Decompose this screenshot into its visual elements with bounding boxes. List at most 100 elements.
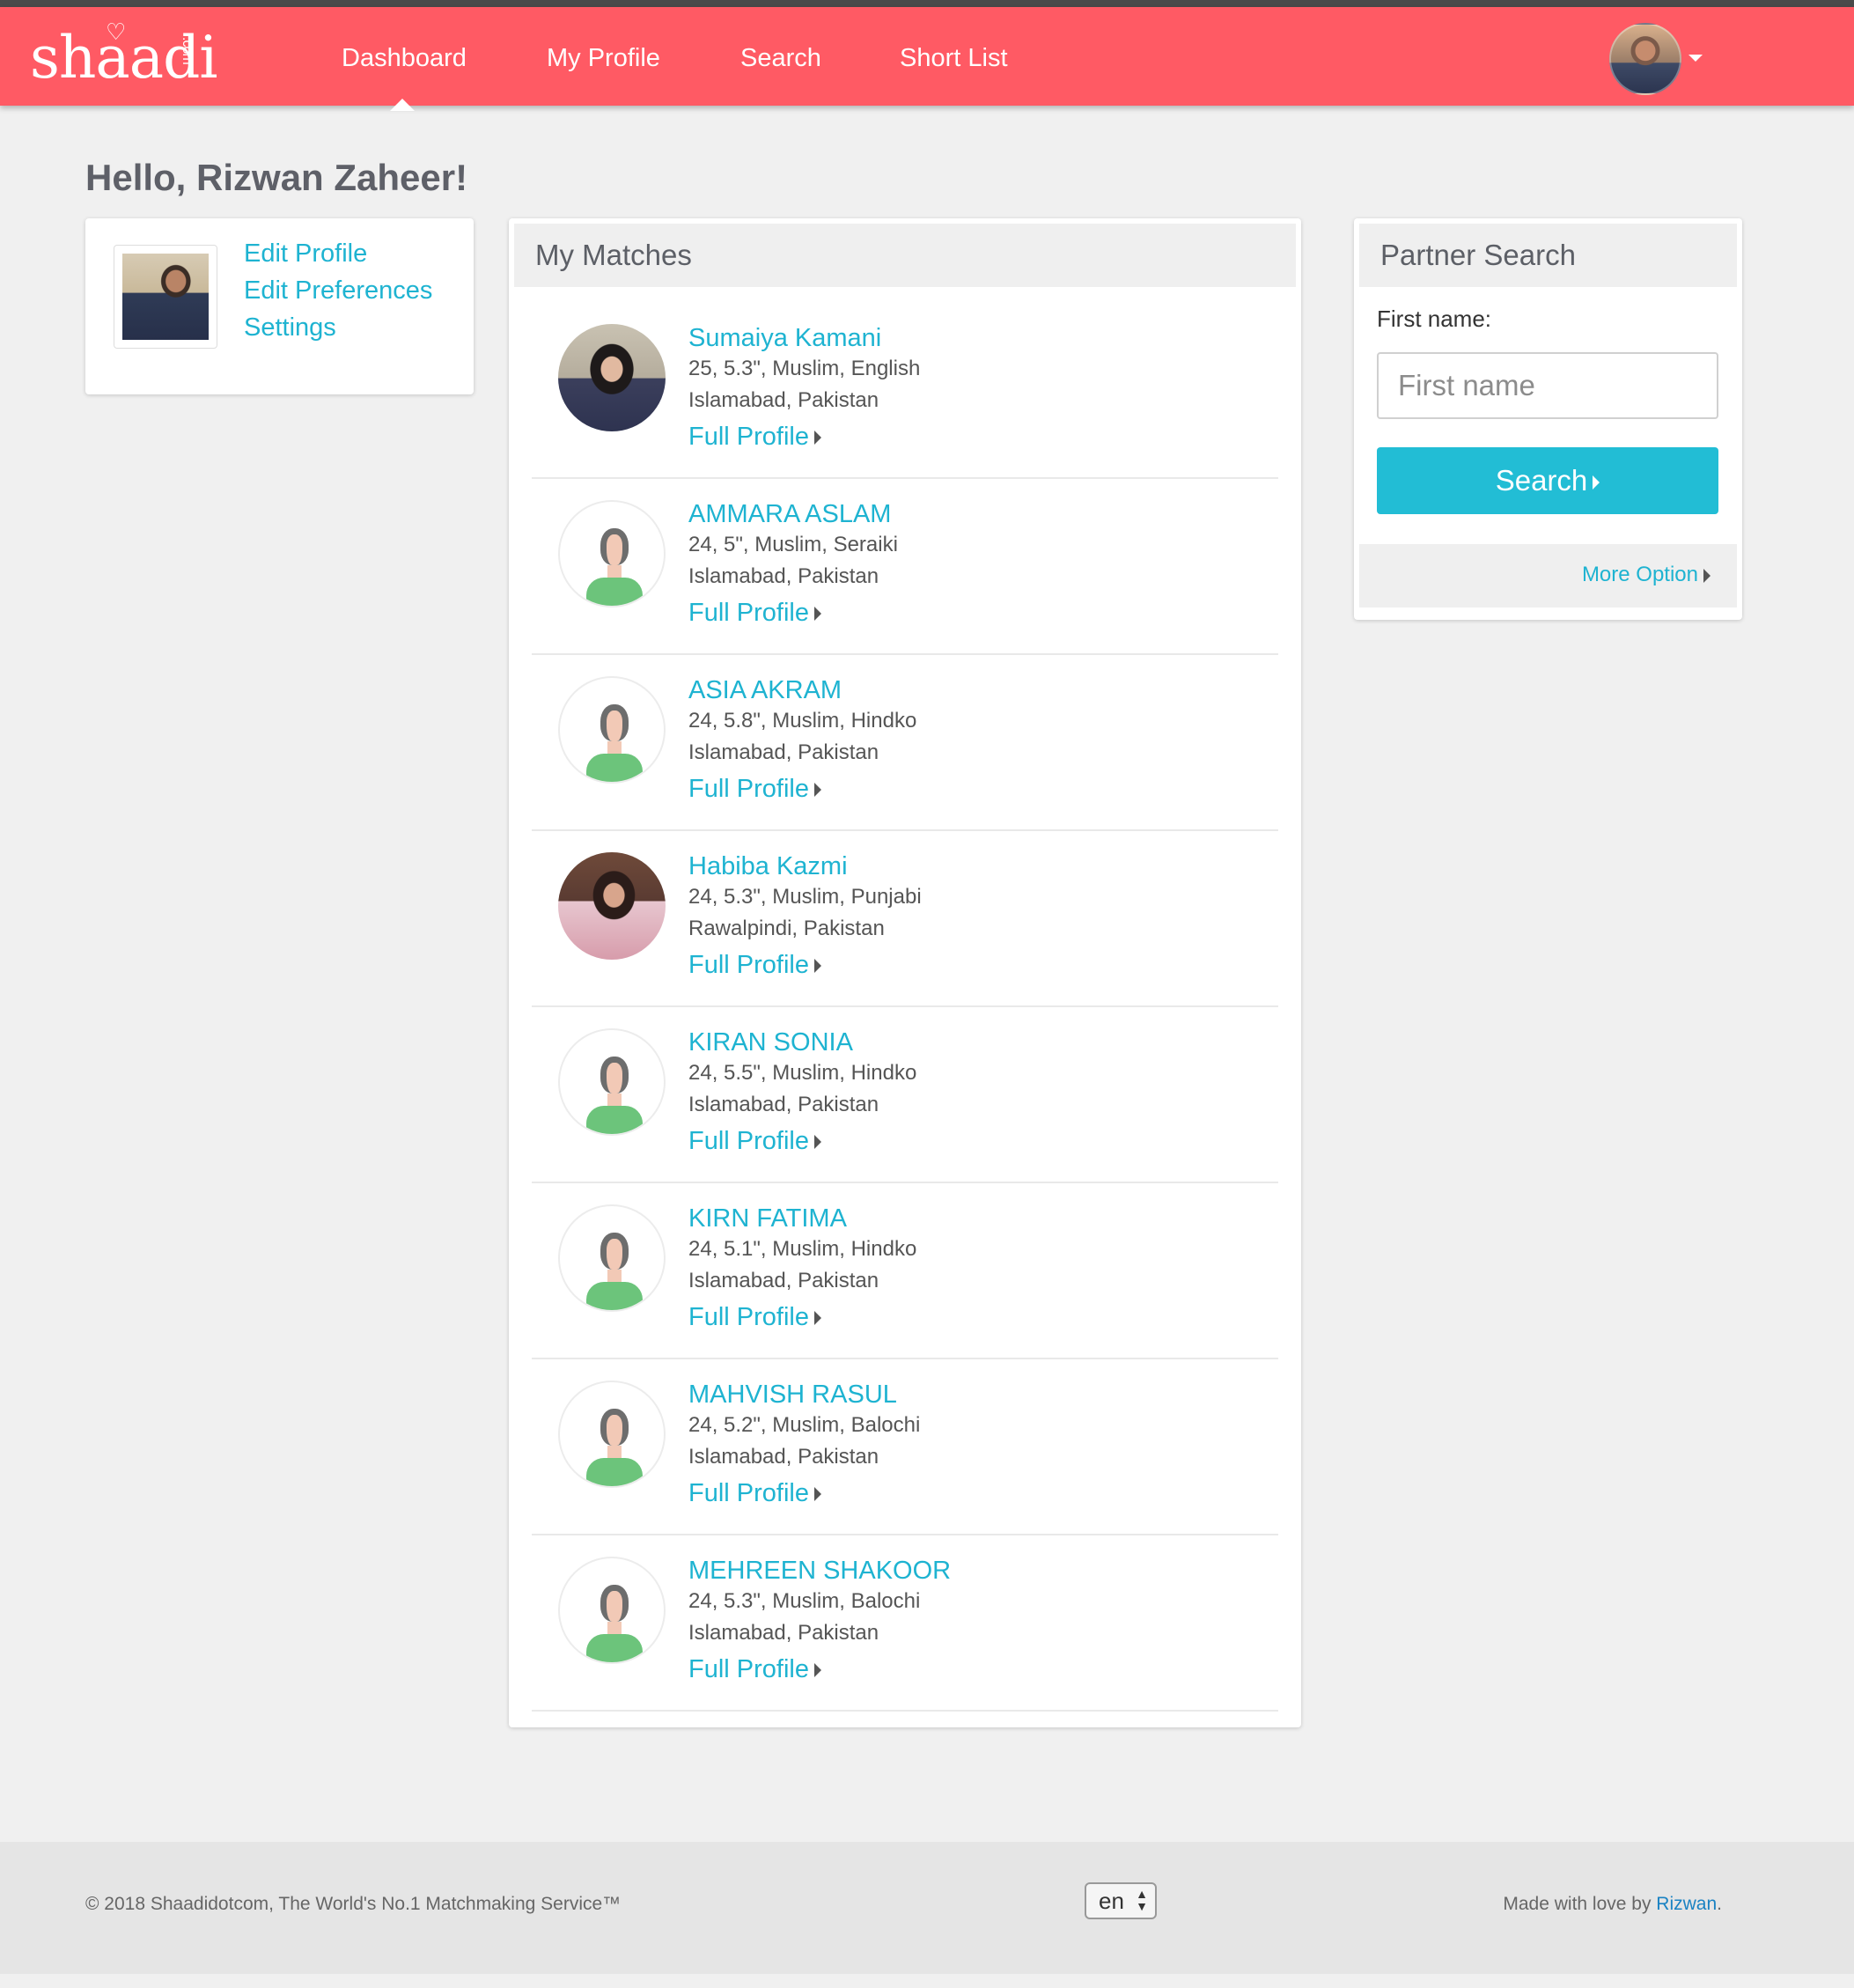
full-profile-label: Full Profile (688, 951, 809, 979)
match-name-link[interactable]: MAHVISH RASUL (688, 1377, 897, 1412)
search-button[interactable]: Search (1377, 447, 1718, 514)
placeholder-avatar[interactable] (558, 1557, 666, 1664)
caret-right-icon (814, 1487, 821, 1502)
match-location: Islamabad, Pakistan (688, 1621, 879, 1645)
full-profile-label: Full Profile (688, 599, 809, 627)
my-matches-card: My Matches Sumaiya Kamani 25, 5.3", Musl… (509, 218, 1301, 1727)
full-profile-link[interactable]: Full Profile (688, 419, 821, 454)
greeting-heading: Hello, Rizwan Zaheer! (85, 157, 468, 198)
full-profile-label: Full Profile (688, 1479, 809, 1507)
match-avatar[interactable] (558, 852, 666, 960)
top-strip (0, 0, 1854, 7)
match-row: Habiba Kazmi 24, 5.3", Muslim, Punjabi R… (532, 831, 1278, 1007)
first-name-input[interactable] (1377, 352, 1718, 419)
caret-right-icon (814, 1311, 821, 1326)
caret-right-icon (1703, 568, 1711, 583)
match-avatar[interactable] (558, 324, 666, 431)
match-row: KIRAN SONIA 24, 5.5", Muslim, Hindko Isl… (532, 1007, 1278, 1183)
edit-profile-link[interactable]: Edit Profile (244, 236, 367, 271)
active-nav-caret-icon (390, 99, 415, 111)
author-link[interactable]: Rizwan (1656, 1894, 1717, 1914)
match-details: 24, 5.3", Muslim, Punjabi (688, 885, 922, 909)
caret-right-icon (1593, 475, 1600, 490)
match-name-link[interactable]: MEHREEN SHAKOOR (688, 1553, 951, 1588)
more-option-link[interactable]: More Option (1582, 560, 1711, 590)
nav-my-profile[interactable]: My Profile (547, 40, 660, 76)
copyright-text: © 2018 Shaadidotcom, The World's No.1 Ma… (85, 1894, 622, 1914)
partner-search-card: Partner Search First name: Search More O… (1354, 218, 1742, 620)
match-location: Islamabad, Pakistan (688, 740, 879, 764)
match-row: KIRN FATIMA 24, 5.1", Muslim, Hindko Isl… (532, 1183, 1278, 1359)
language-select[interactable]: en ▲ ▼ (1085, 1882, 1157, 1919)
full-profile-label: Full Profile (688, 1127, 809, 1155)
match-row: AMMARA ASLAM 24, 5", Muslim, Seraiki Isl… (532, 479, 1278, 655)
full-profile-label: Full Profile (688, 1655, 809, 1683)
first-name-label: First name: (1377, 306, 1492, 332)
settings-link[interactable]: Settings (244, 310, 336, 345)
match-details: 24, 5.2", Muslim, Balochi (688, 1413, 921, 1437)
full-profile-link[interactable]: Full Profile (688, 771, 821, 806)
match-name-link[interactable]: Habiba Kazmi (688, 849, 848, 884)
full-profile-link[interactable]: Full Profile (688, 947, 821, 983)
match-row: MEHREEN SHAKOOR 24, 5.3", Muslim, Baloch… (532, 1535, 1278, 1712)
made-suffix: . (1717, 1894, 1722, 1914)
match-row: Sumaiya Kamani 25, 5.3", Muslim, English… (532, 303, 1278, 479)
caret-right-icon (814, 783, 821, 798)
logo[interactable]: shaadi ♡ .com (30, 21, 217, 90)
my-matches-title: My Matches (514, 224, 1296, 287)
profile-photo (122, 254, 209, 340)
caret-down-icon[interactable] (1688, 55, 1703, 62)
select-arrows-icon: ▲ ▼ (1136, 1887, 1148, 1913)
match-name-link[interactable]: Sumaiya Kamani (688, 320, 881, 356)
match-location: Islamabad, Pakistan (688, 388, 879, 412)
match-name-link[interactable]: KIRAN SONIA (688, 1025, 853, 1060)
match-row: ASIA AKRAM 24, 5.8", Muslim, Hindko Isla… (532, 655, 1278, 831)
caret-right-icon (814, 959, 821, 974)
search-button-label: Search (1495, 464, 1588, 497)
logo-suffix: .com (180, 37, 195, 64)
match-name-link[interactable]: ASIA AKRAM (688, 673, 842, 708)
placeholder-avatar[interactable] (558, 1028, 666, 1136)
match-details: 24, 5.8", Muslim, Hindko (688, 709, 917, 733)
match-name-link[interactable]: AMMARA ASLAM (688, 497, 891, 532)
nav-short-list[interactable]: Short List (900, 40, 1008, 76)
full-profile-label: Full Profile (688, 775, 809, 803)
nav-dashboard[interactable]: Dashboard (342, 40, 467, 76)
match-details: 25, 5.3", Muslim, English (688, 357, 921, 380)
match-row: MAHVISH RASUL 24, 5.2", Muslim, Balochi … (532, 1359, 1278, 1535)
caret-right-icon (814, 1135, 821, 1150)
full-profile-link[interactable]: Full Profile (688, 1123, 821, 1159)
caret-right-icon (814, 1663, 821, 1678)
caret-right-icon (814, 607, 821, 622)
more-option-label: More Option (1581, 563, 1698, 586)
full-profile-link[interactable]: Full Profile (688, 1652, 821, 1687)
made-with-love-text: Made with love by Rizwan. (1503, 1891, 1722, 1918)
search-card-footer: More Option (1359, 544, 1737, 607)
profile-thumbnail[interactable] (114, 245, 217, 349)
match-location: Islamabad, Pakistan (688, 1445, 879, 1469)
caret-right-icon (814, 431, 821, 445)
user-avatar[interactable] (1609, 23, 1681, 95)
full-profile-label: Full Profile (688, 1303, 809, 1331)
nav-search[interactable]: Search (740, 40, 821, 76)
match-details: 24, 5.1", Muslim, Hindko (688, 1237, 917, 1261)
placeholder-avatar[interactable] (558, 676, 666, 784)
full-profile-link[interactable]: Full Profile (688, 1300, 821, 1335)
profile-menu-card: Edit Profile Edit Preferences Settings (85, 218, 474, 394)
match-location: Rawalpindi, Pakistan (688, 917, 885, 940)
page-footer: © 2018 Shaadidotcom, The World's No.1 Ma… (0, 1842, 1854, 1974)
match-details: 24, 5.3", Muslim, Balochi (688, 1589, 921, 1613)
full-profile-link[interactable]: Full Profile (688, 595, 821, 630)
full-profile-label: Full Profile (688, 423, 809, 451)
partner-search-title: Partner Search (1359, 224, 1737, 287)
full-profile-link[interactable]: Full Profile (688, 1476, 821, 1511)
placeholder-avatar[interactable] (558, 1204, 666, 1312)
match-name-link[interactable]: KIRN FATIMA (688, 1201, 847, 1236)
language-value: en (1099, 1888, 1124, 1914)
edit-preferences-link[interactable]: Edit Preferences (244, 273, 432, 308)
match-details: 24, 5.5", Muslim, Hindko (688, 1061, 917, 1085)
match-location: Islamabad, Pakistan (688, 564, 879, 588)
placeholder-avatar[interactable] (558, 500, 666, 607)
match-location: Islamabad, Pakistan (688, 1093, 879, 1116)
placeholder-avatar[interactable] (558, 1381, 666, 1488)
